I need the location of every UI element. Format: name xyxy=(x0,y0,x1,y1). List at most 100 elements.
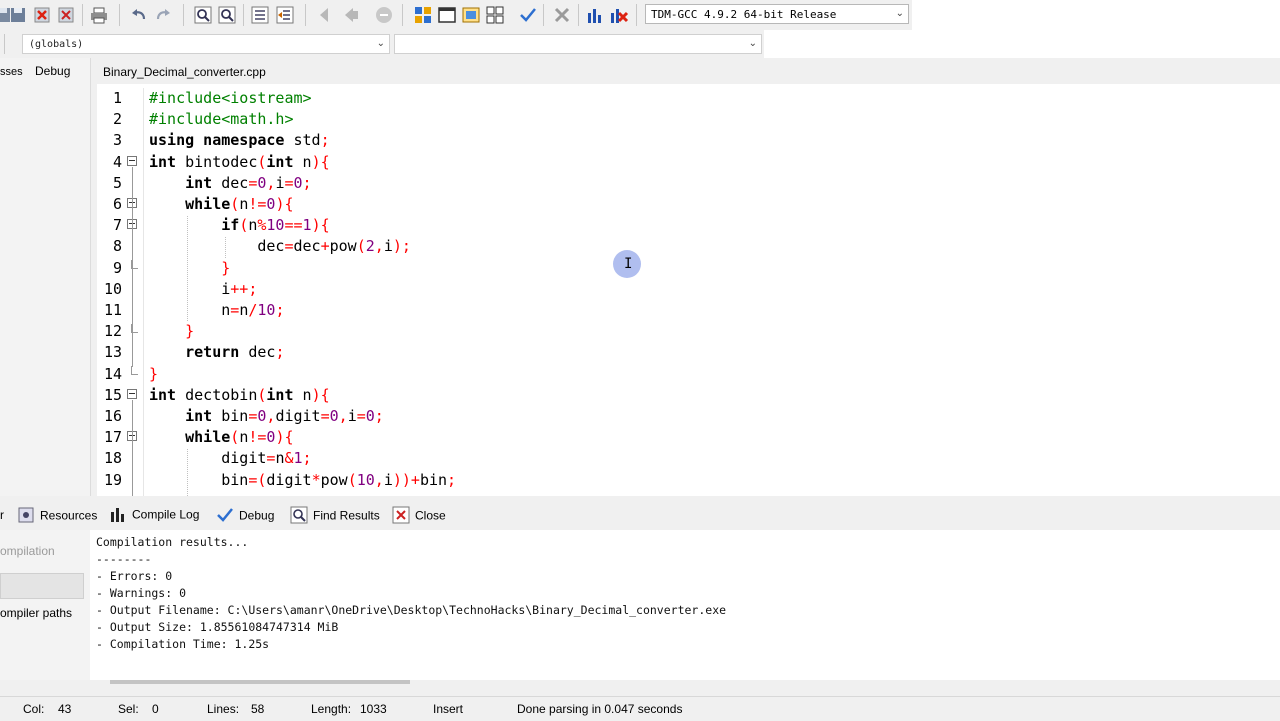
goto-icon[interactable] xyxy=(374,5,394,25)
code-token: } xyxy=(185,322,195,340)
compile-icon[interactable] xyxy=(413,5,433,25)
chevron-down-icon: ⌄ xyxy=(376,38,385,49)
project-panel xyxy=(0,58,91,496)
line-number: 13 xyxy=(103,343,122,361)
code-token: n xyxy=(239,195,249,213)
code-token: int xyxy=(149,153,177,171)
code-token: 0 xyxy=(329,407,339,425)
fold-toggle-icon[interactable] xyxy=(127,156,137,166)
code-token: while xyxy=(185,195,231,213)
member-scope-select[interactable]: ⌄ xyxy=(394,34,762,54)
code-token: dec xyxy=(212,174,249,192)
class-scope-select[interactable]: (globals) ⌄ xyxy=(22,34,390,54)
fold-end-icon xyxy=(131,366,138,375)
tab-editor-file[interactable]: Binary_Decimal_converter.cpp xyxy=(97,60,277,84)
code-token: bin xyxy=(149,471,249,489)
tab-compiler[interactable]: r xyxy=(0,508,4,522)
code-token: ; xyxy=(447,471,457,489)
code-token: = xyxy=(284,174,294,192)
line-number: 1 xyxy=(112,89,122,107)
code-token: ( xyxy=(230,428,240,446)
stop-execution-icon[interactable] xyxy=(552,5,572,25)
code-token: & xyxy=(284,449,294,467)
compilation-label: ompilation xyxy=(0,544,55,558)
status-col-value: 43 xyxy=(58,702,72,716)
code-token: pow xyxy=(320,471,348,489)
tab-debug-panel[interactable]: Debug xyxy=(35,64,70,78)
delete-profile-icon[interactable] xyxy=(609,5,629,25)
tab-find-results[interactable]: Find Results xyxy=(290,506,380,527)
find-icon[interactable] xyxy=(193,5,213,25)
fold-toggle-icon[interactable] xyxy=(127,389,137,399)
close-all-icon[interactable] xyxy=(56,5,76,25)
code-token: return xyxy=(185,343,240,361)
tab-resources-label: Resources xyxy=(40,508,98,523)
tab-debug-output[interactable]: Debug xyxy=(216,506,274,527)
status-insert-mode: Insert xyxy=(433,702,464,716)
horizontal-scrollbar[interactable] xyxy=(110,680,410,684)
bookmark-next-icon[interactable] xyxy=(341,5,361,25)
code-token: digit xyxy=(266,471,312,489)
code-token: int xyxy=(149,386,177,404)
status-col-label: Col: xyxy=(23,702,45,716)
code-token: 10 xyxy=(266,216,285,234)
code-line: #include<iostream> xyxy=(149,88,312,109)
close-panel-button[interactable]: Close xyxy=(392,506,446,527)
chevron-down-icon: ⌄ xyxy=(748,38,757,49)
compiler-progress-bar xyxy=(0,573,84,599)
syntax-check-icon[interactable] xyxy=(518,5,538,25)
run-icon[interactable] xyxy=(437,5,457,25)
undo-icon[interactable] xyxy=(129,5,149,25)
line-number: 9 xyxy=(112,259,122,277)
line-number: 4 xyxy=(112,153,122,171)
status-sel-value: 0 xyxy=(152,702,159,716)
log-line: - Errors: 0 xyxy=(96,569,173,583)
tab-resources[interactable]: Resources xyxy=(17,506,97,527)
code-token: 0 xyxy=(365,407,375,425)
bookmark-prev-icon[interactable] xyxy=(316,5,336,25)
code-token: using namespace xyxy=(149,131,285,149)
status-length-value: 1033 xyxy=(360,702,387,716)
code-token: ( xyxy=(356,237,366,255)
profile-icon[interactable] xyxy=(585,5,605,25)
replace-icon[interactable] xyxy=(217,5,237,25)
close-file-icon[interactable] xyxy=(32,5,52,25)
code-line: int bin=0,digit=0,i=0; xyxy=(149,406,384,427)
line-number: 19 xyxy=(103,471,122,489)
code-token: , xyxy=(374,471,384,489)
print-icon[interactable] xyxy=(89,5,109,25)
code-line: bin=(digit*pow(10,i))+bin; xyxy=(149,470,456,491)
unindent-icon[interactable] xyxy=(275,5,295,25)
tab-classes[interactable]: sses xyxy=(0,66,23,78)
code-token: == xyxy=(284,216,303,234)
code-token: dec xyxy=(239,343,276,361)
save-icon[interactable] xyxy=(8,5,28,25)
code-token: ; xyxy=(320,131,330,149)
line-number: 16 xyxy=(103,407,122,425)
code-token: ( xyxy=(239,216,249,234)
line-number: 7 xyxy=(112,216,122,234)
indent-icon[interactable] xyxy=(250,5,270,25)
code-token: 0 xyxy=(293,174,303,192)
code-line: int dectobin(int n){ xyxy=(149,385,330,406)
main-toolbar: TDM-GCC 4.9.2 64-bit Release ⌄ xyxy=(0,0,912,30)
redo-icon[interactable] xyxy=(153,5,173,25)
toolbar-empty-area xyxy=(912,0,1280,30)
compiler-select-value: TDM-GCC 4.9.2 64-bit Release xyxy=(651,8,837,21)
code-token: i xyxy=(383,237,393,255)
compiler-select[interactable]: TDM-GCC 4.9.2 64-bit Release ⌄ xyxy=(645,4,909,24)
code-token: #include<math.h> xyxy=(149,110,294,128)
line-number: 17 xyxy=(103,428,122,446)
status-sel-label: Sel: xyxy=(118,702,139,716)
rebuild-icon[interactable] xyxy=(485,5,505,25)
code-token: bintodec xyxy=(176,153,258,171)
code-token: int xyxy=(185,174,213,192)
compile-run-icon[interactable] xyxy=(461,5,481,25)
tab-compile-log[interactable]: Compile Log xyxy=(109,505,199,526)
debug-check-icon xyxy=(216,506,234,527)
code-token: i xyxy=(149,280,231,298)
code-token: while xyxy=(185,428,231,446)
